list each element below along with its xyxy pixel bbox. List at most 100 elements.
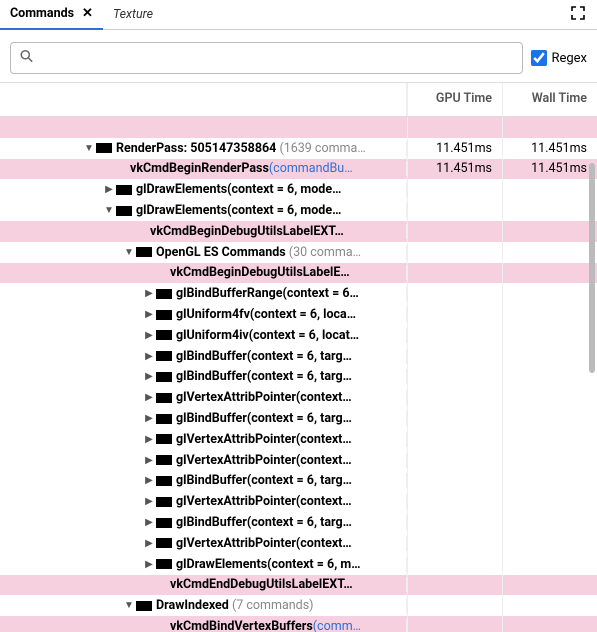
chevron-down-icon[interactable]: ▼ xyxy=(102,205,116,216)
regex-checkbox[interactable] xyxy=(531,50,547,66)
redaction-block xyxy=(156,434,172,444)
table-row[interactable]: vkCmdBeginDebugUtilsLabelE… xyxy=(0,263,597,284)
scrollbar[interactable] xyxy=(589,163,595,373)
chevron-right-icon[interactable]: ▶ xyxy=(102,184,116,195)
table-row[interactable]: ▶glBindBuffer(context = 6, targ… xyxy=(0,408,597,429)
chevron-down-icon[interactable]: ▼ xyxy=(122,247,136,258)
command-label: glVertexAttribPointer(context… xyxy=(176,432,352,447)
fullscreen-icon[interactable] xyxy=(567,2,589,28)
table-row[interactable]: ▶ glVertexAttribPointer(context… xyxy=(0,429,597,450)
table-row[interactable]: ▼DrawIndexed (7 commands) xyxy=(0,595,597,616)
rows-container: ▼RenderPass: 505147358864 (1639 comma…11… xyxy=(0,117,597,632)
chevron-right-icon[interactable]: ▶ xyxy=(142,371,156,382)
chevron-right-icon[interactable]: ▶ xyxy=(142,351,156,362)
command-label: glBindBuffer(context = 6, targ… xyxy=(176,349,352,364)
redaction-block xyxy=(156,538,172,548)
table-row[interactable]: vkCmdBeginDebugUtilsLabelEXT… xyxy=(0,221,597,242)
chevron-right-icon[interactable]: ▶ xyxy=(142,288,156,299)
chevron-right-icon[interactable]: ▶ xyxy=(142,559,156,570)
redaction-block xyxy=(96,143,112,153)
chevron-right-icon[interactable]: ▶ xyxy=(142,434,156,445)
table-row[interactable]: ▼OpenGL ES Commands (30 comma… xyxy=(0,242,597,263)
table-row[interactable]: vkCmdBeginRenderPass(commandBu…11.451ms1… xyxy=(0,159,597,180)
gpu-time-cell xyxy=(407,283,502,304)
gpu-time-cell xyxy=(407,200,502,221)
command-cell: ▶glDrawElements(context = 6, m… xyxy=(0,557,407,572)
chevron-right-icon[interactable]: ▶ xyxy=(142,330,156,341)
regex-toggle[interactable]: Regex xyxy=(531,50,587,66)
table-row[interactable]: ▶glVertexAttribPointer(context… xyxy=(0,491,597,512)
redaction-block xyxy=(156,518,172,528)
tab-label: Commands xyxy=(10,6,74,21)
table-row[interactable]: ▶ glBindBufferRange(context = 6… xyxy=(0,283,597,304)
tab-commands[interactable]: Commands ✕ xyxy=(0,0,103,30)
table-row[interactable]: vkCmdBindVertexBuffers(comm… xyxy=(0,616,597,632)
table-row[interactable]: ▶glBindBuffer(context = 6, targ… xyxy=(0,367,597,388)
wall-time-cell xyxy=(502,450,597,471)
chevron-right-icon[interactable]: ▶ xyxy=(142,392,156,403)
command-label: glBindBuffer(context = 6, targ… xyxy=(176,473,352,488)
close-icon[interactable]: ✕ xyxy=(82,6,93,21)
command-label: vkCmdBeginRenderPass(commandBu… xyxy=(130,161,353,176)
tab-texture[interactable]: Texture xyxy=(103,0,163,30)
filter-bar: Regex xyxy=(0,30,597,82)
command-label: glBindBufferRange(context = 6… xyxy=(176,286,359,301)
table-row[interactable]: ▶glDrawElements(context = 6, mode… xyxy=(0,179,597,200)
chevron-right-icon[interactable]: ▶ xyxy=(142,475,156,486)
redaction-block xyxy=(156,476,172,486)
command-cell: ▶glUniform4iv(context = 6, locat… xyxy=(0,328,407,343)
table-row[interactable]: ▶glVertexAttribPointer(context… xyxy=(0,533,597,554)
wall-time-cell xyxy=(502,367,597,388)
command-cell: ▶glVertexAttribPointer(context… xyxy=(0,536,407,551)
command-cell: ▶glBindBuffer(context = 6, targ… xyxy=(0,515,407,530)
chevron-right-icon[interactable]: ▶ xyxy=(142,455,156,466)
table-row[interactable]: ▼ glDrawElements(context = 6, mode… xyxy=(0,200,597,221)
table-row[interactable]: ▶glBindBuffer(context = 6, targ… xyxy=(0,512,597,533)
command-label: vkCmdBindVertexBuffers(comm… xyxy=(170,619,361,632)
table-row[interactable]: ▶ glUniform4fv(context = 6, loca… xyxy=(0,304,597,325)
wall-time-cell xyxy=(502,554,597,575)
command-label: glDrawElements(context = 6, mode… xyxy=(136,203,341,218)
header-row: GPU Time Wall Time xyxy=(0,83,597,117)
search-input[interactable] xyxy=(10,42,523,74)
chevron-down-icon[interactable]: ▼ xyxy=(82,143,96,154)
table-row[interactable]: ▼RenderPass: 505147358864 (1639 comma…11… xyxy=(0,138,597,159)
table-row[interactable] xyxy=(0,117,597,138)
gpu-time-cell xyxy=(407,408,502,429)
gpu-time-cell xyxy=(407,346,502,367)
table-row[interactable]: ▶ glBindBuffer(context = 6, targ… xyxy=(0,471,597,492)
gpu-time-cell xyxy=(407,221,502,242)
table-row[interactable]: ▶glVertexAttribPointer(context… xyxy=(0,387,597,408)
table-row[interactable]: ▶glDrawElements(context = 6, m… xyxy=(0,554,597,575)
tab-label: Texture xyxy=(113,7,153,22)
command-label: glUniform4fv(context = 6, loca… xyxy=(176,307,356,322)
wall-time-cell xyxy=(502,242,597,263)
chevron-right-icon[interactable]: ▶ xyxy=(142,496,156,507)
chevron-down-icon[interactable]: ▼ xyxy=(122,600,136,611)
redaction-block xyxy=(156,351,172,361)
table-row[interactable]: vkCmdEndDebugUtilsLabelEXT… xyxy=(0,575,597,596)
header-wall[interactable]: Wall Time xyxy=(502,83,597,116)
wall-time-cell xyxy=(502,200,597,221)
gpu-time-cell: 11.451ms xyxy=(407,138,502,159)
table-row[interactable]: ▶glUniform4iv(context = 6, locat… xyxy=(0,325,597,346)
command-args-link[interactable]: (comm… xyxy=(313,619,361,632)
wall-time-cell xyxy=(502,471,597,492)
chevron-right-icon[interactable]: ▶ xyxy=(142,309,156,320)
command-label: vkCmdBeginDebugUtilsLabelEXT… xyxy=(150,224,344,239)
chevron-right-icon[interactable]: ▶ xyxy=(142,538,156,549)
table-row[interactable]: ▶glVertexAttribPointer(context… xyxy=(0,450,597,471)
redaction-block xyxy=(116,206,132,216)
wall-time-cell xyxy=(502,616,597,632)
chevron-right-icon[interactable]: ▶ xyxy=(142,517,156,528)
command-cell: ▶ glVertexAttribPointer(context… xyxy=(0,432,407,447)
chevron-right-icon[interactable]: ▶ xyxy=(142,413,156,424)
wall-time-cell xyxy=(502,325,597,346)
table-row[interactable]: ▶ glBindBuffer(context = 6, targ… xyxy=(0,346,597,367)
command-args-link[interactable]: (commandBu… xyxy=(269,161,353,176)
wall-time-cell xyxy=(502,304,597,325)
header-gpu[interactable]: GPU Time xyxy=(407,83,502,116)
wall-time-cell xyxy=(502,387,597,408)
wall-time-cell: 11.451ms xyxy=(502,159,597,180)
gpu-time-cell xyxy=(407,450,502,471)
